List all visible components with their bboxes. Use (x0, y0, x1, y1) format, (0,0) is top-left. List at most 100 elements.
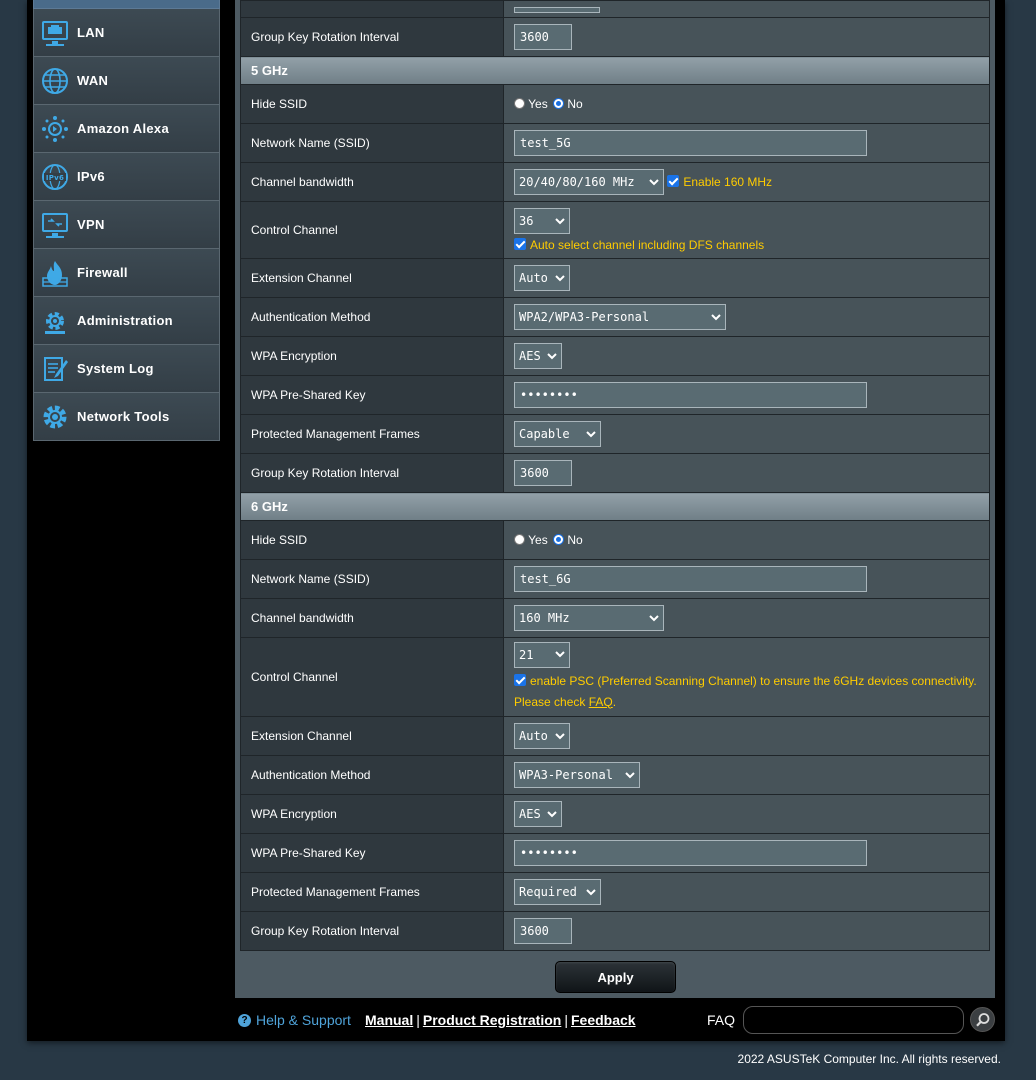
hide-ssid-label: Hide SSID (240, 520, 504, 560)
auth-method-label: Authentication Method (240, 297, 504, 337)
bandwidth-select[interactable]: 160 MHz (514, 605, 664, 631)
pmf-select[interactable]: Required (514, 879, 601, 905)
table-row: Channel bandwidth 20/40/80/160 MHz Enabl… (240, 162, 990, 202)
chevron-down-icon (586, 430, 596, 437)
svg-text:IPv6: IPv6 (46, 174, 64, 182)
chevron-down-icon (547, 810, 557, 817)
control-channel-select[interactable]: 36 (514, 208, 570, 234)
sidebar-menu: LAN WAN Amazon Alexa IPv6 IPv6 VPN Firew… (33, 0, 220, 442)
psc-checkbox[interactable] (514, 673, 526, 686)
group-key-label: Group Key Rotation Interval (240, 453, 504, 493)
sidebar-item-network-tools[interactable]: Network Tools (33, 393, 220, 441)
manual-link[interactable]: Manual (365, 1012, 413, 1028)
help-support-link[interactable]: ? Help & Support (238, 1012, 351, 1028)
hide-ssid-yes-radio[interactable] (514, 98, 525, 109)
please-check-text: Please check (514, 694, 586, 709)
radio-label: Yes (528, 97, 548, 111)
auth-method-select[interactable]: WPA3-Personal (514, 762, 640, 788)
alexa-icon (42, 115, 68, 142)
wpa-encryption-select[interactable]: AES (514, 343, 562, 369)
sidebar-item-ipv6[interactable]: IPv6 IPv6 (33, 153, 220, 201)
wpa-encryption-select[interactable]: AES (514, 801, 562, 827)
main-content: Group Key Rotation Interval 5 GHz Hide S… (235, 0, 995, 998)
select-value: 160 MHz (519, 611, 570, 625)
chevron-down-icon (555, 732, 565, 739)
sidebar-item-label: LAN (77, 25, 105, 40)
table-row: Extension Channel Auto (240, 716, 990, 756)
table-row: WPA Pre-Shared Key (240, 833, 990, 873)
table-row: Authentication Method WPA3-Personal (240, 755, 990, 795)
faq-search-input[interactable] (743, 1006, 964, 1034)
table-row: WPA Encryption AES (240, 794, 990, 834)
faq-search-button[interactable] (970, 1007, 995, 1032)
psk-input[interactable] (514, 382, 867, 408)
group-key-label: Group Key Rotation Interval (240, 17, 504, 57)
search-icon (975, 1012, 989, 1027)
table-row: Authentication Method WPA2/WPA3-Personal (240, 297, 990, 337)
footer-links: Manual | Product Registration | Feedback (365, 1012, 636, 1028)
pmf-label: Protected Management Frames (240, 414, 504, 454)
table-row: WPA Encryption AES (240, 336, 990, 376)
hide-ssid-no-radio[interactable] (553, 98, 565, 109)
select-value: Capable (519, 427, 570, 441)
group-key-input[interactable] (514, 24, 572, 50)
hide-ssid-yes-radio[interactable] (514, 534, 525, 545)
control-channel-select[interactable]: 21 (514, 641, 570, 668)
psk-input[interactable] (514, 840, 867, 866)
ssid-input[interactable] (514, 130, 867, 156)
select-value: WPA3-Personal (519, 768, 613, 782)
ipv6-icon: IPv6 (42, 163, 68, 190)
sidebar-item-label: Network Tools (77, 409, 170, 424)
auto-dfs-label: Auto select channel including DFS channe… (530, 238, 765, 252)
radio-label: Yes (528, 533, 548, 547)
sidebar-item-wan[interactable]: WAN (33, 57, 220, 105)
bandwidth-label: Channel bandwidth (240, 598, 504, 638)
sidebar-item-label: WAN (77, 73, 109, 88)
table-row: Network Name (SSID) (240, 559, 990, 599)
question-icon: ? (238, 1013, 251, 1027)
auto-dfs-checkbox[interactable] (514, 238, 526, 250)
sidebar-item-administration[interactable]: Administration (33, 297, 220, 345)
pmf-label: Protected Management Frames (240, 872, 504, 912)
sidebar-active-indicator (33, 0, 220, 9)
sidebar-item-amazon-alexa[interactable]: Amazon Alexa (33, 105, 220, 153)
select-value: 20/40/80/160 MHz (519, 175, 635, 189)
sidebar-item-lan[interactable]: LAN (33, 9, 220, 57)
hide-ssid-no-radio[interactable] (553, 534, 565, 545)
select-value: AES (519, 349, 541, 363)
pmf-select[interactable]: Capable (514, 421, 601, 447)
prev-select-partial[interactable] (514, 7, 600, 13)
table-row: Control Channel 21 enable PSC (Preferred… (240, 637, 990, 717)
sidebar-item-system-log[interactable]: System Log (33, 345, 220, 393)
psk-label: WPA Pre-Shared Key (240, 833, 504, 873)
network-tools-icon (43, 405, 67, 428)
extension-channel-select[interactable]: Auto (514, 723, 570, 749)
select-value: AES (519, 807, 541, 821)
group-key-input[interactable] (514, 460, 572, 486)
chevron-down-icon (625, 771, 635, 778)
faq-link[interactable]: FAQ (589, 695, 613, 709)
extension-channel-select[interactable]: Auto (514, 265, 570, 291)
ssid-input[interactable] (514, 566, 867, 592)
select-value: Auto (519, 729, 548, 743)
chevron-down-icon (555, 217, 565, 224)
select-value: 36 (519, 214, 534, 228)
enable-160-label: Enable 160 MHz (683, 175, 773, 189)
wpa-encryption-label: WPA Encryption (240, 336, 504, 376)
group-key-input[interactable] (514, 918, 572, 944)
control-channel-label: Control Channel (240, 201, 504, 259)
auth-method-select[interactable]: WPA2/WPA3-Personal (514, 304, 726, 330)
feedback-link[interactable]: Feedback (571, 1012, 636, 1028)
hide-ssid-label: Hide SSID (240, 84, 504, 124)
product-registration-link[interactable]: Product Registration (423, 1012, 561, 1028)
group-key-label: Group Key Rotation Interval (240, 911, 504, 951)
firewall-icon (42, 260, 68, 287)
apply-button[interactable]: Apply (555, 961, 676, 993)
sidebar-item-firewall[interactable]: Firewall (33, 249, 220, 297)
sidebar-item-label: System Log (77, 361, 154, 376)
enable-160-checkbox[interactable] (667, 175, 680, 187)
bandwidth-select[interactable]: 20/40/80/160 MHz (514, 169, 664, 195)
table-row: Hide SSID Yes No (240, 520, 990, 560)
sidebar-item-vpn[interactable]: VPN (33, 201, 220, 249)
chevron-down-icon (649, 614, 659, 621)
